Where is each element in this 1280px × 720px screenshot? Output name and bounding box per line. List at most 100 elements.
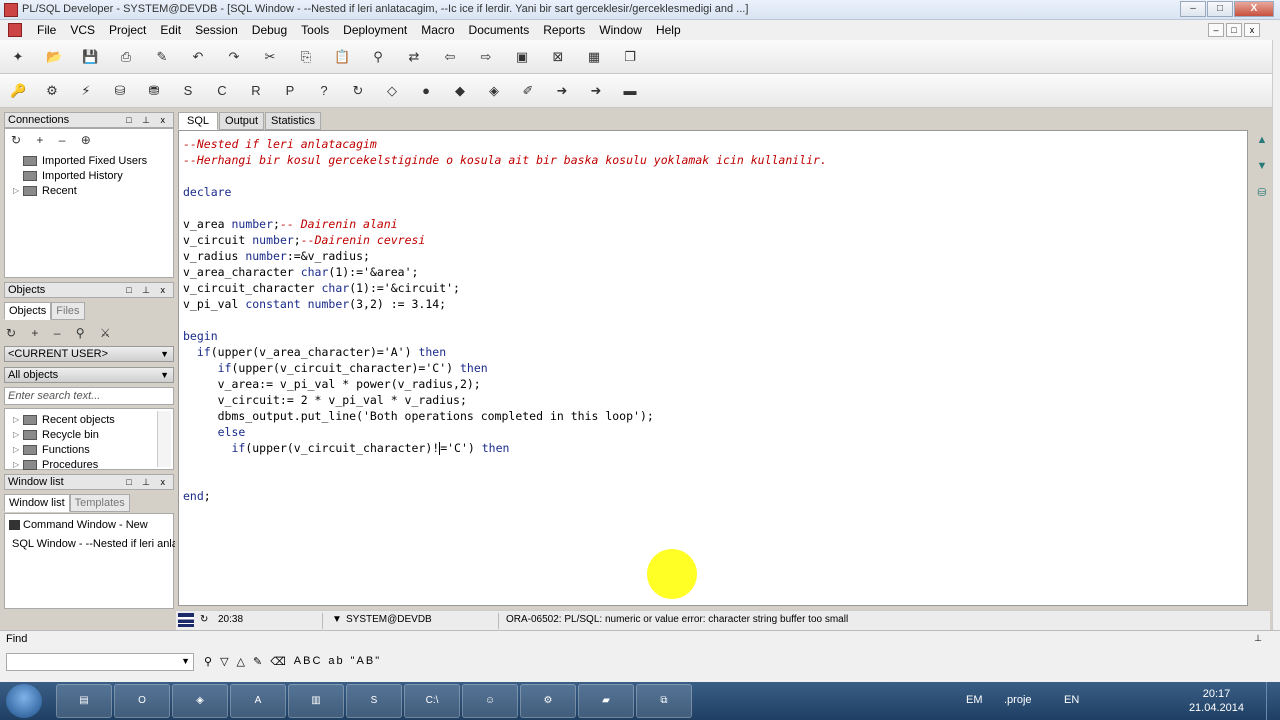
winrar-task[interactable]: ▥ <box>288 684 344 718</box>
scroll-up-icon[interactable]: ▲ <box>1252 134 1272 152</box>
tab-window-list[interactable]: Window list <box>4 494 70 512</box>
refresh-icon[interactable]: ↻ <box>200 614 208 625</box>
menu-macro[interactable]: Macro <box>414 20 461 40</box>
maximize-button[interactable]: □ <box>1207 1 1233 17</box>
tree-item-procedures[interactable]: ▷ Procedures <box>13 457 98 472</box>
step-icon[interactable]: ◆ <box>452 83 468 99</box>
menu-deployment[interactable]: Deployment <box>336 20 414 40</box>
window-list-item-command[interactable]: Command Window - New <box>9 516 175 533</box>
find-binoculars-icon[interactable]: ⚲ <box>204 655 214 668</box>
key-icon[interactable]: 🔑 <box>10 83 26 99</box>
tab-files[interactable]: Files <box>51 302 85 320</box>
window-icon[interactable]: ▣ <box>514 49 530 65</box>
minimize-button[interactable]: – <box>1180 1 1206 17</box>
menu-session[interactable]: Session <box>188 20 245 40</box>
expand-icon[interactable]: ▷ <box>13 460 23 469</box>
tile-icon[interactable]: ▦ <box>586 49 602 65</box>
show-desktop-button[interactable] <box>1266 682 1280 720</box>
wand-icon[interactable]: ⚡ <box>78 83 94 99</box>
new-icon[interactable]: ✦ <box>10 49 26 65</box>
tree-item-recent-objects[interactable]: ▷ Recent objects <box>13 412 115 427</box>
export-icon[interactable]: ⇨ <box>478 49 494 65</box>
tab-output[interactable]: Output <box>219 112 265 130</box>
run-icon[interactable]: ↻ <box>350 83 366 99</box>
find-previous-icon[interactable]: △ <box>237 655 247 668</box>
copy-icon[interactable]: ⎘ <box>298 49 314 65</box>
opera-task[interactable]: O <box>114 684 170 718</box>
menu-project[interactable]: Project <box>102 20 153 40</box>
objects-scrollbar[interactable] <box>157 411 171 467</box>
skype-task[interactable]: S <box>346 684 402 718</box>
code-area[interactable]: --Nested if leri anlatacagim --Herhangi b… <box>183 136 827 504</box>
help-icon[interactable]: ? <box>316 83 332 99</box>
objects-panel-controls[interactable]: □ ⊥ x <box>126 283 169 297</box>
find-input[interactable]: ▼ <box>6 653 194 671</box>
tree-item-imported-fixed-users[interactable]: Imported Fixed Users <box>13 153 147 168</box>
expand-icon[interactable]: ▷ <box>13 430 23 439</box>
print-icon[interactable]: ⎙ <box>118 49 134 65</box>
tab-sql[interactable]: SQL <box>178 112 219 130</box>
mdi-restore-button[interactable]: □ <box>1226 23 1242 37</box>
scroll-down-icon[interactable]: ▼ <box>1252 160 1272 178</box>
highlight-icon[interactable]: ✎ <box>253 655 264 668</box>
settings-task[interactable]: ⚙ <box>520 684 576 718</box>
toad-task[interactable]: ☺ <box>462 684 518 718</box>
sql-icon[interactable]: S <box>180 83 196 99</box>
regex-icon[interactable]: "AB" <box>351 655 381 668</box>
mdi-minimize-button[interactable]: – <box>1208 23 1224 37</box>
window-scrollbar[interactable] <box>1272 40 1280 630</box>
save-icon[interactable]: 💾 <box>82 49 98 65</box>
clock[interactable]: 20:17 21.04.2014 <box>1189 687 1244 715</box>
menu-debug[interactable]: Debug <box>245 20 294 40</box>
sqldev-task[interactable]: ▰ <box>578 684 634 718</box>
status-connection[interactable]: SYSTEM@DEVDB <box>346 614 432 625</box>
tray-input-language[interactable]: EN <box>1064 694 1079 706</box>
db-icon[interactable]: ⛁ <box>1252 186 1272 204</box>
virtualbox-task[interactable]: ◈ <box>172 684 228 718</box>
step-over-icon[interactable]: ◈ <box>486 83 502 99</box>
window-task[interactable]: ⧉ <box>636 684 692 718</box>
pin-icon[interactable]: ⊥ <box>1254 633 1262 644</box>
tray-language[interactable]: EM <box>966 694 983 706</box>
connections-panel-controls[interactable]: □ ⊥ x <box>126 113 169 127</box>
step-out-icon[interactable]: ✐ <box>520 83 536 99</box>
user-dropdown[interactable]: <CURRENT USER> ▼ <box>4 346 174 362</box>
connections-toolbar[interactable]: ↻ + – ⊕ <box>11 133 97 149</box>
tree-item-functions[interactable]: ▷ Functions <box>13 442 90 457</box>
object-search-input[interactable]: Enter search text... <box>4 387 174 405</box>
redo-icon[interactable]: ↷ <box>226 49 242 65</box>
replace-icon[interactable]: ⇄ <box>406 49 422 65</box>
edit-icon[interactable]: ✎ <box>154 49 170 65</box>
menu-vcs[interactable]: VCS <box>63 20 102 40</box>
connection-dropdown-arrow-icon[interactable]: ▼ <box>332 614 342 625</box>
open-icon[interactable]: 📂 <box>46 49 62 65</box>
window-list-panel-controls[interactable]: □ ⊥ x <box>126 475 169 489</box>
find-next-icon[interactable]: ▽ <box>220 655 230 668</box>
cascade-icon[interactable]: ❐ <box>622 49 638 65</box>
tree-item-imported-history[interactable]: Imported History <box>13 168 123 183</box>
cut-icon[interactable]: ✂ <box>262 49 278 65</box>
menu-help[interactable]: Help <box>649 20 688 40</box>
acrobat-task[interactable]: A <box>230 684 286 718</box>
undo-icon[interactable]: ↶ <box>190 49 206 65</box>
find-icon[interactable]: ⚲ <box>370 49 386 65</box>
whole-word-icon[interactable]: ab <box>328 655 344 668</box>
tab-templates[interactable]: Templates <box>69 494 130 512</box>
import-icon[interactable]: ⇦ <box>442 49 458 65</box>
report-icon[interactable]: R <box>248 83 264 99</box>
tree-item-recent[interactable]: ▷ Recent <box>13 183 77 198</box>
gear-icon[interactable]: ⚙ <box>44 83 60 99</box>
break-icon[interactable]: ● <box>418 83 434 99</box>
eraser-icon[interactable]: ◇ <box>384 83 400 99</box>
mdi-close-button[interactable]: x <box>1244 23 1260 37</box>
arrow-right-red-icon[interactable]: ➜ <box>588 83 604 99</box>
tree-item-recycle-bin[interactable]: ▷ Recycle bin <box>13 427 99 442</box>
menu-window[interactable]: Window <box>592 20 649 40</box>
cmd-icon[interactable]: C <box>214 83 230 99</box>
objects-toolbar[interactable]: ↻ + – ⚲ ⚔ <box>6 326 117 342</box>
menu-edit[interactable]: Edit <box>153 20 188 40</box>
expand-icon[interactable]: ▷ <box>13 415 23 424</box>
start-button[interactable] <box>6 684 42 718</box>
document-icon[interactable] <box>8 23 22 37</box>
filter-dropdown[interactable]: All objects ▼ <box>4 367 174 383</box>
